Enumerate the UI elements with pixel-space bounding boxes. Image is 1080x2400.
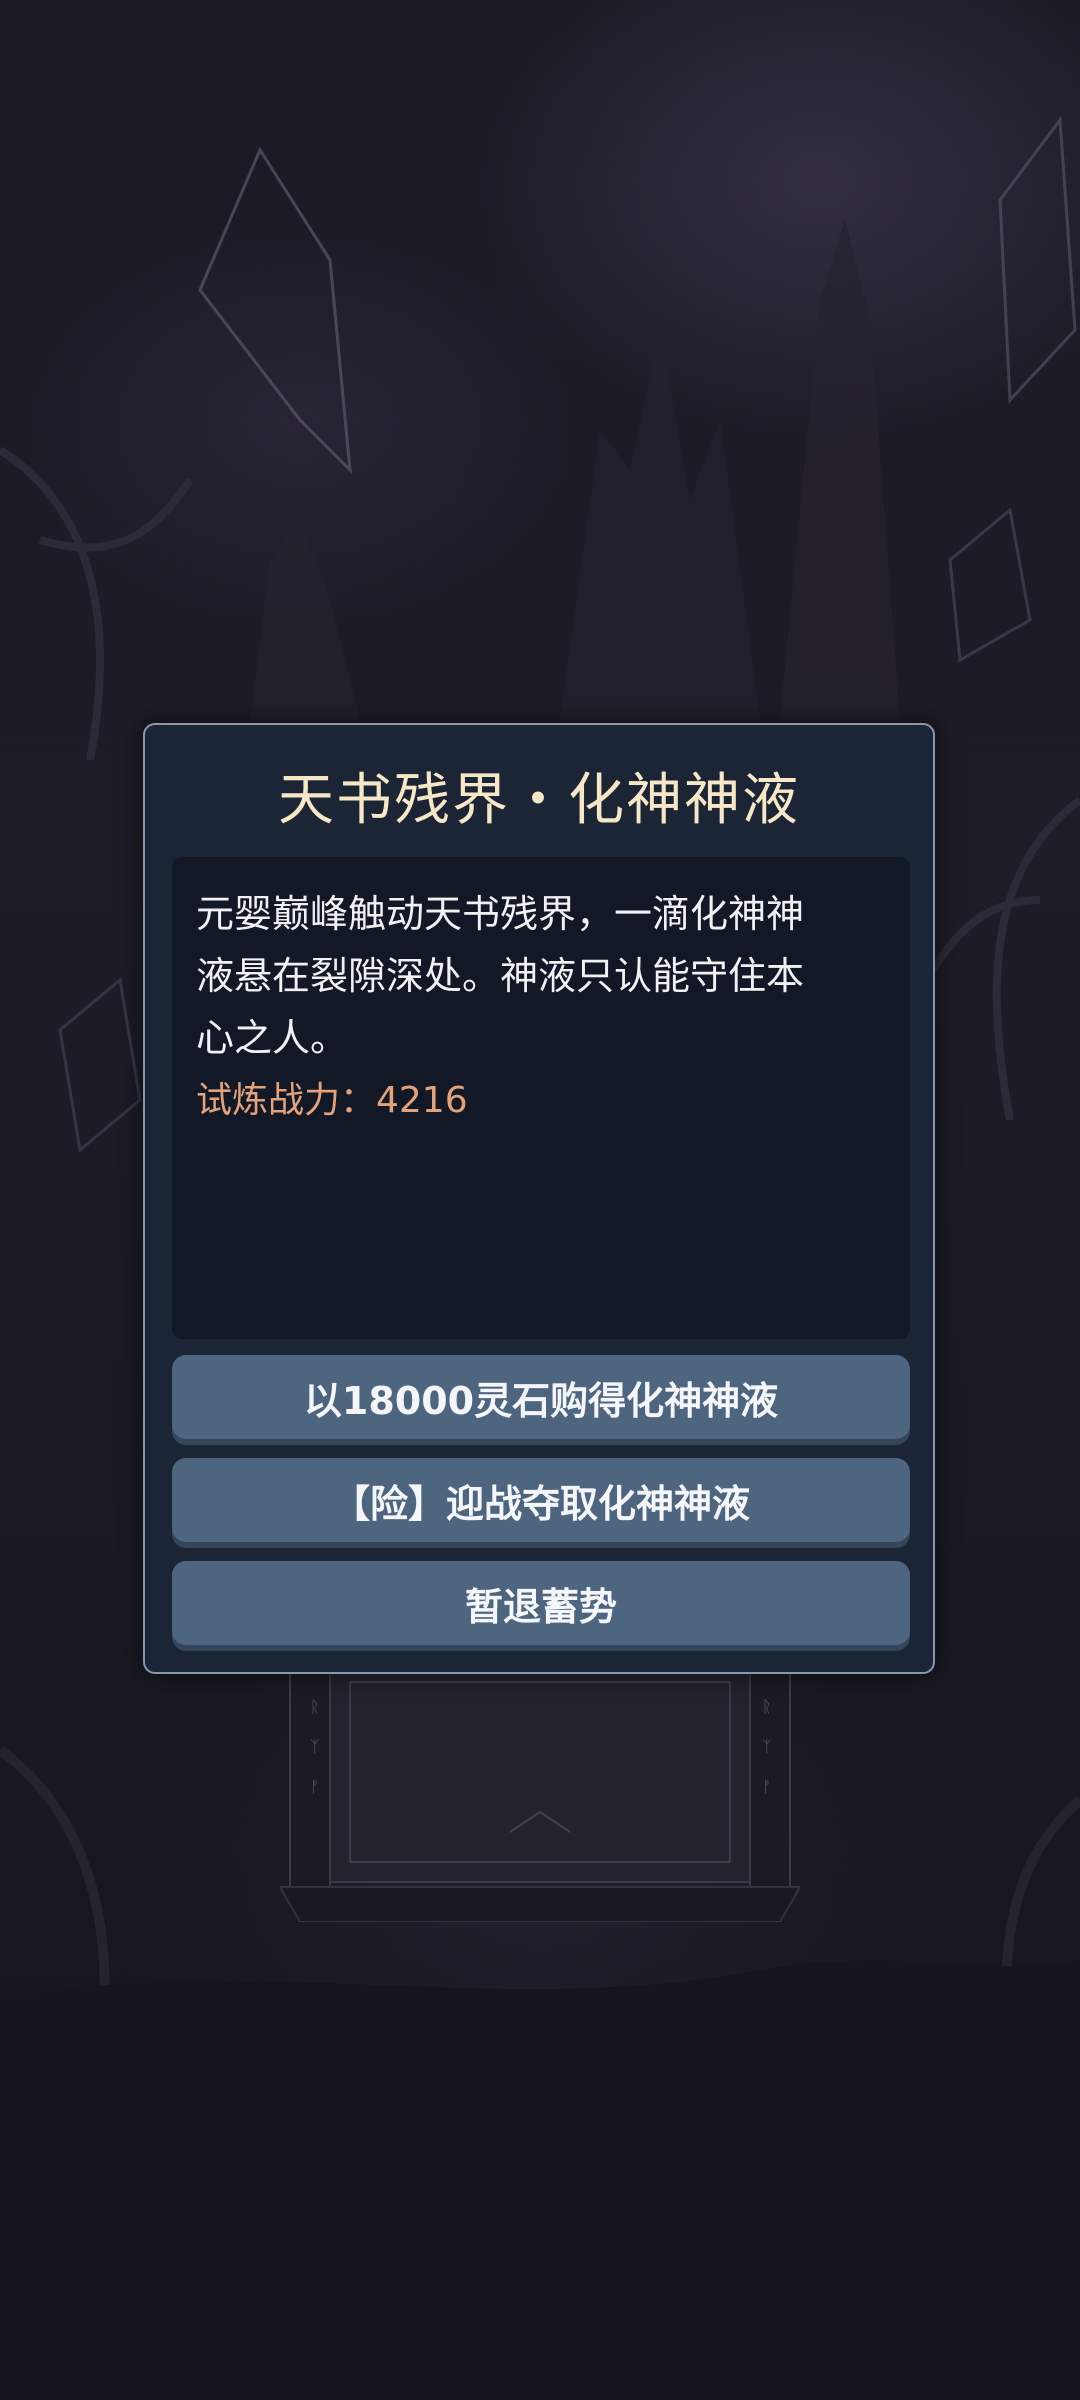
svg-text:ᛉ: ᛉ (310, 1737, 320, 1756)
svg-text:ᚠ: ᚠ (762, 1777, 772, 1796)
event-dialog: 天书残界・化神神液 元婴巅峰触动天书残界，一滴化神神 液悬在裂隙深处。神液只认能… (143, 723, 935, 1674)
story-text: 元婴巅峰触动天书残界，一滴化神神 液悬在裂隙深处。神液只认能守住本 心之人。 (196, 883, 886, 1069)
svg-text:ᛉ: ᛉ (762, 1737, 772, 1756)
fight-to-seize-button[interactable]: 【险】迎战夺取化神神液 (172, 1458, 910, 1542)
svg-text:ᚱ: ᚱ (762, 1697, 772, 1716)
story-box: 元婴巅峰触动天书残界，一滴化神神 液悬在裂隙深处。神液只认能守住本 心之人。 试… (172, 857, 910, 1339)
dialog-title: 天书残界・化神神液 (278, 768, 800, 833)
story-line: 液悬在裂隙深处。神液只认能守住本 (196, 954, 805, 998)
stone-tablet-stand: ᚱ ᛉ ᚠ ᚱ ᛉ ᚠ (280, 1672, 800, 1922)
story-line: 元婴巅峰触动天书残界，一滴化神神 (196, 892, 805, 936)
story-line: 心之人。 (196, 1016, 349, 1060)
retreat-button[interactable]: 暂退蓄势 (172, 1561, 910, 1645)
buy-with-spirit-stones-button[interactable]: 以18000灵石购得化神神液 (172, 1355, 910, 1439)
svg-text:ᚱ: ᚱ (310, 1697, 320, 1716)
trial-power-label: 试炼战力：4216 (196, 1080, 468, 1121)
svg-text:ᚠ: ᚠ (310, 1777, 320, 1796)
